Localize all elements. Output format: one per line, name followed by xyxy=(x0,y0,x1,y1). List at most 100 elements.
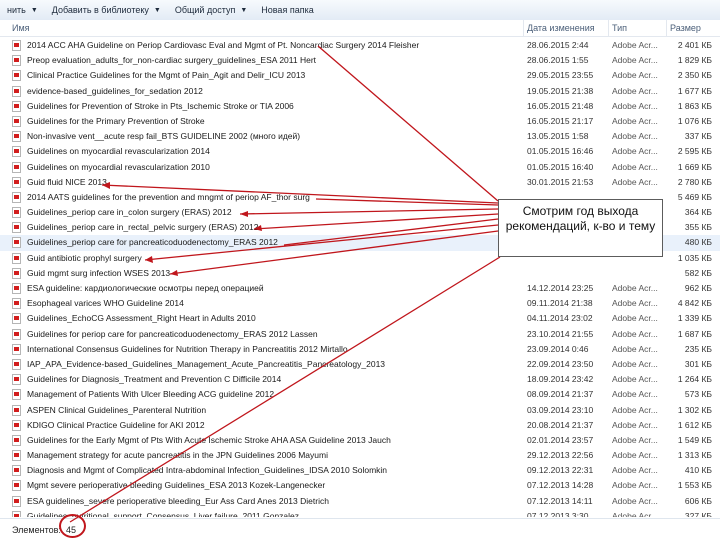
file-type: Adobe Acr... xyxy=(612,450,658,461)
file-size: 2 595 КБ xyxy=(677,146,712,157)
toolbar-item[interactable]: Новая папка xyxy=(254,0,320,20)
file-size: 2 780 КБ xyxy=(677,176,712,187)
file-row[interactable]: Mgmt severe perioperative bleeding Guide… xyxy=(0,478,720,493)
file-date: 18.09.2014 23:42 xyxy=(527,374,594,385)
file-size: 1 687 КБ xyxy=(677,328,712,339)
file-name: Guid antibiotic prophyl surgery xyxy=(27,252,142,263)
file-row[interactable]: International Consensus Guidelines for N… xyxy=(0,342,720,357)
file-type: Adobe Acr... xyxy=(612,343,658,354)
file-name: Diagnosis and Mgmt of Complicated Intra-… xyxy=(27,465,388,476)
file-size: 1 669 КБ xyxy=(677,161,712,172)
column-separator[interactable] xyxy=(523,20,524,36)
toolbar-item-label: Добавить в библиотеку xyxy=(51,5,149,15)
pdf-file-icon xyxy=(12,222,21,234)
file-date: 07.12.2013 3:30 xyxy=(527,510,589,517)
file-row[interactable]: Guidelines for Prevention of Stroke in P… xyxy=(0,99,720,114)
file-row[interactable]: Guidelines on myocardial revascularizati… xyxy=(0,160,720,175)
pdf-file-icon xyxy=(12,374,21,386)
file-date: 01.05.2015 16:46 xyxy=(527,146,594,157)
file-type: Adobe Acr... xyxy=(612,115,658,126)
file-name: Guidelines for the Primary Prevention of… xyxy=(27,115,205,126)
file-row[interactable]: Non-invasive vent__acute resp fail_BTS G… xyxy=(0,129,720,144)
pdf-file-icon xyxy=(12,40,21,51)
file-row[interactable]: Guidelines for periop care for pancreati… xyxy=(0,327,720,342)
pdf-file-icon xyxy=(12,434,21,446)
file-name: 2014 ACC AHA Guideline on Periop Cardiov… xyxy=(27,40,420,50)
toolbar-item[interactable]: Общий доступ ▼ xyxy=(168,0,254,20)
file-size: 337 КБ xyxy=(684,131,712,142)
column-date-header[interactable]: Дата изменения xyxy=(527,23,595,33)
file-row[interactable]: Guidelines for the Primary Prevention of… xyxy=(0,114,720,129)
file-date: 14.12.2014 23:25 xyxy=(527,283,594,293)
file-date: 16.05.2015 21:48 xyxy=(527,100,594,111)
file-row[interactable]: Clinical Practice Guidelines for the Mgm… xyxy=(0,68,720,83)
column-name-header[interactable]: Имя xyxy=(12,23,30,33)
file-row[interactable]: Guidelines for the Early Mgmt of Pts Wit… xyxy=(0,433,720,448)
file-row[interactable]: Esophageal varices WHO Guideline 2014 09.… xyxy=(0,296,720,311)
file-row[interactable]: ESA guideline: кардиологические осмотры … xyxy=(0,281,720,296)
toolbar-item[interactable]: нить ▼ xyxy=(0,0,45,20)
toolbar-item-label: Новая папка xyxy=(261,5,314,15)
file-date: 23.10.2014 21:55 xyxy=(527,328,594,339)
pdf-file-icon xyxy=(12,328,21,340)
pdf-file-icon xyxy=(12,404,21,416)
file-type: Adobe Acr... xyxy=(612,419,658,430)
file-type: Adobe Acr... xyxy=(612,298,658,309)
file-name: Clinical Practice Guidelines for the Mgm… xyxy=(27,70,306,81)
file-date: 30.01.2015 21:53 xyxy=(527,176,594,187)
column-type-header[interactable]: Тип xyxy=(612,23,627,33)
file-row[interactable]: ESA guidelines_severe perioperative blee… xyxy=(0,494,720,509)
column-separator[interactable] xyxy=(608,20,609,36)
file-size: 5 469 КБ xyxy=(677,191,712,202)
file-row[interactable]: Guidelines for Diagnosis_Treatment and P… xyxy=(0,372,720,387)
file-row[interactable]: KDIGO Clinical Practice Guideline for AK… xyxy=(0,418,720,433)
pdf-file-icon xyxy=(12,419,21,431)
file-row[interactable]: Guid mgmt surg infection WSES 2013 582 КБ xyxy=(0,266,720,281)
file-row[interactable]: IAP_APA_Evidence-based_Guidelines_Manage… xyxy=(0,357,720,372)
file-size: 364 КБ xyxy=(684,207,712,218)
file-type: Adobe Acr... xyxy=(612,328,658,339)
pdf-file-icon xyxy=(12,358,21,370)
file-size: 1 829 КБ xyxy=(677,55,712,66)
file-date: 19.05.2015 21:38 xyxy=(527,85,594,96)
pdf-file-icon xyxy=(12,70,21,82)
file-row[interactable]: Diagnosis and Mgmt of Complicated Intra-… xyxy=(0,463,720,478)
pdf-file-icon xyxy=(12,495,21,507)
file-row[interactable]: Guidelines on myocardial revascularizati… xyxy=(0,144,720,159)
file-row[interactable]: Management strategy for acute pancreatit… xyxy=(0,448,720,463)
pdf-file-icon xyxy=(12,298,21,310)
file-size: 410 КБ xyxy=(684,465,712,476)
file-name: 2014 AATS guidelines for the prevention … xyxy=(27,191,310,202)
file-row[interactable]: Guidelines_EchoCG Assessment_Right Heart… xyxy=(0,311,720,326)
file-row[interactable]: Guid fluid NICE 2013 30.01.2015 21:53 Adob… xyxy=(0,175,720,190)
file-date: 28.06.2015 2:44 xyxy=(527,40,589,50)
pdf-file-icon xyxy=(12,510,21,517)
file-row[interactable]: Guidelines_nutritional_support_Consensus… xyxy=(0,509,720,517)
file-type: Adobe Acr... xyxy=(612,85,658,96)
file-name: Guidelines for periop care for pancreati… xyxy=(27,328,318,339)
file-size: 1 302 КБ xyxy=(677,404,712,415)
column-size-header[interactable]: Размер xyxy=(670,23,701,33)
file-row[interactable]: Management of Patients With Ulcer Bleedi… xyxy=(0,387,720,402)
file-size: 1 035 КБ xyxy=(677,252,712,263)
file-row[interactable]: evidence-based_guidelines_for_sedation 2… xyxy=(0,84,720,99)
file-type: Adobe Acr... xyxy=(612,465,658,476)
pdf-file-icon xyxy=(12,237,21,249)
pdf-file-icon xyxy=(12,313,21,325)
column-separator[interactable] xyxy=(666,20,667,36)
file-row[interactable]: 2014 ACC AHA Guideline on Periop Cardiov… xyxy=(0,38,720,53)
file-row[interactable]: Preop evaluation_adults_for_non-cardiac … xyxy=(0,53,720,68)
pdf-file-icon xyxy=(12,465,21,477)
file-date: 08.09.2014 21:37 xyxy=(527,389,594,400)
toolbar-item[interactable]: Добавить в библиотеку ▼ xyxy=(45,0,168,20)
file-date: 04.11.2014 23:02 xyxy=(527,313,593,324)
file-type: Adobe Acr... xyxy=(612,146,658,157)
file-name: ESA guideline: кардиологические осмотры … xyxy=(27,283,264,293)
pdf-file-icon xyxy=(12,115,21,127)
pdf-file-icon xyxy=(12,252,21,264)
file-name: Management strategy for acute pancreatit… xyxy=(27,450,328,461)
file-size: 327 КБ xyxy=(684,510,712,517)
pdf-file-icon xyxy=(12,207,21,219)
file-row[interactable]: ASPEN Clinical Guidelines_Parenteral Nut… xyxy=(0,403,720,418)
toolbar-item-label: Общий доступ xyxy=(174,5,236,15)
